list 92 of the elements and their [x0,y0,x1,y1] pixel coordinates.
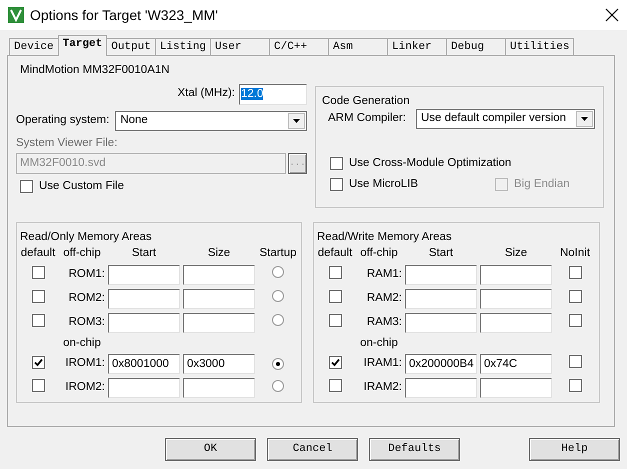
input-field[interactable] [108,378,180,398]
column-header: Startup [258,246,298,261]
dropdown[interactable]: Use default compiler version [416,108,595,129]
row-label: RAM2: [366,292,402,306]
input-field[interactable] [480,378,552,398]
column-header: default [20,246,56,261]
row-label: ROM2: [68,292,105,306]
tab[interactable]: Utilities [505,38,574,55]
input-field[interactable] [405,378,477,398]
checkbox[interactable] [32,266,44,279]
device-name: MindMotion MM32F0010A1N [20,64,171,78]
column-header: NoInit [558,246,592,261]
input-field[interactable]: 0x74C [480,354,552,374]
checkbox[interactable] [32,379,44,392]
defaults-button[interactable]: Defaults [369,438,460,461]
checkbox[interactable] [32,314,44,327]
input-field[interactable]: 0x200000B4 [405,354,477,374]
app-icon [8,7,24,23]
row-label: ROM1: [68,268,105,282]
ok-button[interactable]: OK [165,438,256,461]
input-field[interactable] [183,288,255,309]
cancel-button[interactable]: Cancel [267,438,358,461]
checkbox[interactable] [328,379,342,392]
row-label: IROM1: [64,357,105,372]
input-field[interactable]: 0x3000 [183,354,255,374]
checkbox[interactable] [568,290,582,303]
input-field[interactable] [108,312,180,333]
checkbox[interactable] [328,356,342,370]
input-field[interactable] [405,312,477,333]
checkbox[interactable] [328,290,342,303]
checkbox[interactable] [32,290,44,303]
checkbox[interactable] [568,355,582,368]
tab[interactable]: Target [58,35,108,56]
checkbox[interactable] [328,266,342,279]
radio-button[interactable] [272,266,284,278]
field-label: ARM Compiler: [328,112,406,126]
row-label: IROM2: [64,381,105,396]
help-button[interactable]: Help [529,438,620,461]
close-icon[interactable] [605,8,619,22]
column-header: Start [428,246,454,261]
field-label: Operating system: [16,114,110,128]
input-field[interactable] [183,264,255,285]
input-field[interactable] [405,264,477,285]
input-field[interactable] [480,288,552,309]
tab[interactable]: Device [9,38,59,55]
window-title: Options for Target 'W323_MM' [30,6,219,24]
checkbox[interactable] [330,157,343,170]
checkbox[interactable] [568,314,582,327]
dropdown-arrow-icon[interactable] [580,116,588,121]
checkbox[interactable] [20,180,33,193]
checkbox-label: Use MicroLIB [349,178,418,192]
input-field: MM32F0010.svd [16,152,286,174]
input-field[interactable] [480,264,552,285]
input-field[interactable] [480,312,552,333]
checkbox-label: Big Endian [514,178,570,192]
checkbox[interactable] [568,379,582,392]
column-header: Start [130,246,158,261]
checkbox-label: Use Custom File [39,180,124,194]
column-header: off-chip [359,246,399,261]
radio-button[interactable] [272,290,284,302]
column-header: off-chip [62,246,102,261]
row-label: RAM3: [366,316,402,330]
input-field[interactable]: 0x8001000 [108,354,180,374]
row-label: IRAM1: [362,357,402,372]
column-header: Size [504,246,528,261]
checkbox[interactable] [330,178,343,191]
row-label: IRAM2: [362,381,402,396]
dropdown[interactable]: None [115,110,307,131]
checkbox[interactable] [568,266,582,279]
checkbox[interactable] [328,314,342,327]
input-field[interactable] [108,288,180,309]
group-title: Read/Write Memory Areas [315,230,454,244]
checkbox-label: Use Cross-Module Optimization [349,156,512,171]
column-header: Size [206,246,232,261]
radio-button[interactable] [272,358,284,370]
input-field[interactable] [183,378,255,398]
checkbox[interactable] [32,356,44,370]
section-label: on-chip [359,336,399,350]
field-label: System Viewer File: [16,136,118,151]
field-label: Xtal (MHz): [178,87,235,102]
dropdown-arrow-icon[interactable] [293,118,300,123]
row-label: ROM3: [68,316,105,330]
radio-button[interactable] [272,314,284,326]
section-label: on-chip [62,336,102,350]
column-header: default [317,246,353,261]
input-field[interactable]: 12.0 [239,84,307,105]
group-title: Read/Only Memory Areas [18,230,154,244]
input-field[interactable] [183,312,255,333]
row-label: RAM1: [366,268,402,282]
input-field[interactable] [405,288,477,309]
input-field[interactable] [108,264,180,285]
radio-button[interactable] [272,380,284,392]
